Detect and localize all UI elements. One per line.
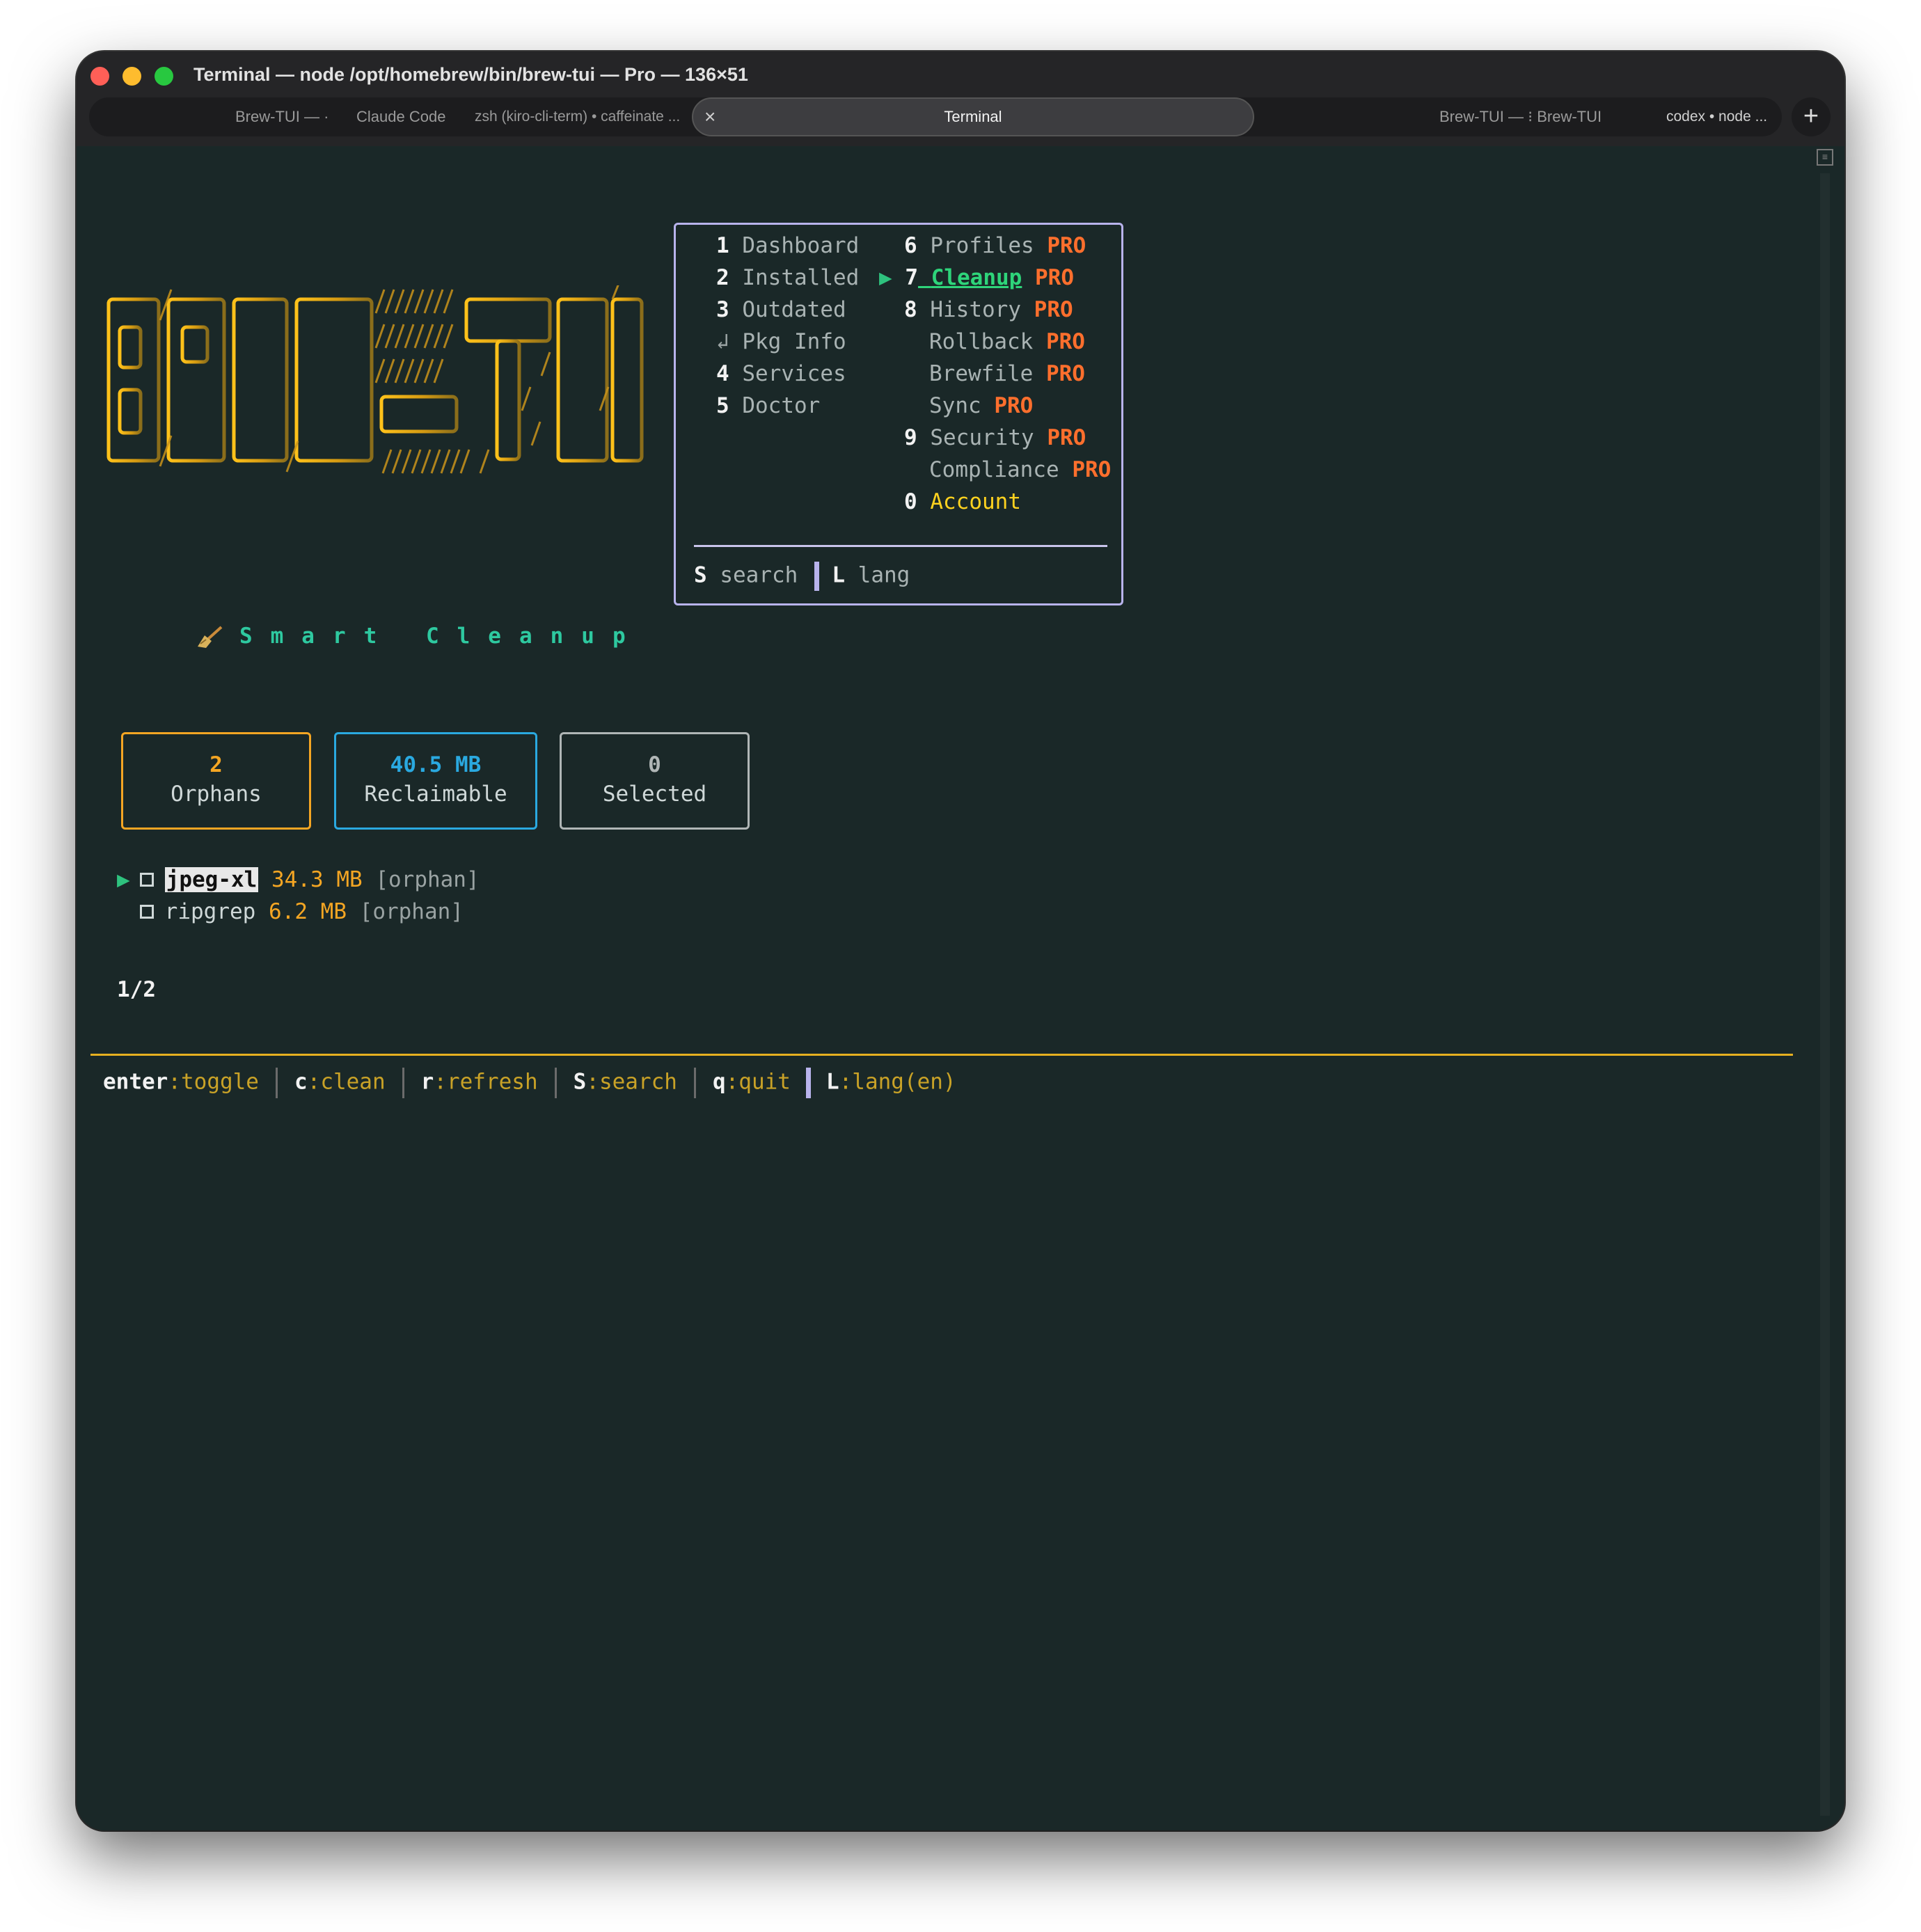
hint-refresh[interactable]: r:refresh xyxy=(421,1070,538,1095)
menu-item-security[interactable]: 9 Security PRO xyxy=(904,425,1086,450)
tab-zsh[interactable]: zsh (kiro-cli-term) • caffeinate ... xyxy=(475,97,680,136)
package-name: ripgrep xyxy=(164,899,256,924)
tab-codex[interactable]: codex • node ... xyxy=(1666,97,1767,136)
checkbox[interactable] xyxy=(139,904,154,919)
window-title: Terminal — node /opt/homebrew/bin/brew-t… xyxy=(193,64,748,85)
cursor-arrow-icon: ▶ xyxy=(117,867,130,892)
package-tag: [orphan] xyxy=(375,867,480,892)
pager: 1/2 xyxy=(117,977,156,1002)
close-window-button[interactable] xyxy=(90,67,109,86)
package-name: jpeg-xl xyxy=(164,867,259,892)
terminal-content: 1 Dashboard 2 Installed 3 Outdated ↲ Pkg… xyxy=(77,146,1844,1830)
reclaimable-size: 40.5 MB xyxy=(390,752,482,777)
stat-card-orphans: 2 Orphans xyxy=(121,732,311,830)
menu-item-dashboard[interactable]: 1 Dashboard xyxy=(716,233,859,258)
selected-count: 0 xyxy=(648,752,661,777)
brew-tui-logo xyxy=(106,285,644,474)
footer-divider xyxy=(90,1054,1793,1056)
package-size: 6.2 MB xyxy=(269,899,347,924)
navigation-menu: 1 Dashboard 2 Installed 3 Outdated ↲ Pkg… xyxy=(674,223,1123,605)
menu-item-cleanup[interactable]: ▶ 7 Cleanup PRO xyxy=(879,265,1074,290)
menu-item-sync[interactable]: Sync PRO xyxy=(929,393,1033,418)
hint-clean[interactable]: c:clean xyxy=(294,1070,386,1095)
menu-item-outdated[interactable]: 3 Outdated xyxy=(716,297,846,322)
active-arrow-icon: ▶ xyxy=(879,265,892,290)
menu-item-profiles[interactable]: 6 Profiles PRO xyxy=(904,233,1086,258)
stat-card-selected: 0 Selected xyxy=(560,732,750,830)
reclaimable-label: Reclaimable xyxy=(364,782,507,807)
keybinding-bar: enter:toggle c:clean r:refresh S:search q:qu… xyxy=(103,1068,956,1098)
selected-label: Selected xyxy=(602,782,707,807)
traffic-lights xyxy=(90,67,173,86)
tab-brew-tui-2[interactable]: Brew-TUI — ⁝ Brew-TUI xyxy=(1439,97,1602,136)
menu-item-account[interactable]: 0 Account xyxy=(904,489,1021,514)
list-item[interactable]: ▶ripgrep 6.2 MB [orphan] xyxy=(117,899,464,924)
tab-terminal-label: Terminal xyxy=(944,108,1002,125)
menu-item-rollback[interactable]: Rollback PRO xyxy=(929,329,1085,354)
broom-icon xyxy=(197,626,223,648)
tab-bar: Brew-TUI — · Claude Code zsh (kiro-cli-t… xyxy=(89,97,1782,136)
menu-item-compliance[interactable]: Compliance PRO xyxy=(929,457,1111,482)
hint-lang[interactable]: L:lang(en) xyxy=(826,1070,956,1095)
orphans-count: 2 xyxy=(210,752,223,777)
menu-item-doctor[interactable]: 5 Doctor xyxy=(716,393,820,418)
menu-item-history[interactable]: 8 History PRO xyxy=(904,297,1073,322)
hint-quit[interactable]: q:quit xyxy=(713,1070,791,1095)
hint-search[interactable]: S:search xyxy=(574,1070,677,1095)
tab-brew-tui-1[interactable]: Brew-TUI — · xyxy=(235,97,329,136)
menu-item-pkg-info[interactable]: ↲ Pkg Info xyxy=(716,329,846,354)
hint-toggle[interactable]: enter:toggle xyxy=(103,1070,259,1095)
menu-search-hint[interactable]: search xyxy=(720,563,798,588)
package-tag: [orphan] xyxy=(359,899,464,924)
menu-lang-hint[interactable]: lang xyxy=(858,563,910,588)
menu-item-brewfile[interactable]: Brewfile PRO xyxy=(929,361,1085,386)
tab-claude-code[interactable]: Claude Code xyxy=(356,97,445,136)
title-bar: Terminal — node /opt/homebrew/bin/brew-t… xyxy=(77,52,1844,146)
package-size: 34.3 MB xyxy=(271,867,363,892)
zoom-window-button[interactable] xyxy=(155,67,173,86)
checkbox[interactable] xyxy=(139,872,154,887)
minimize-window-button[interactable] xyxy=(122,67,141,86)
menu-item-services[interactable]: 4 Services xyxy=(716,361,846,386)
section-title: Smart Cleanup xyxy=(117,599,644,674)
tab-terminal-active[interactable]: × Terminal xyxy=(692,97,1254,136)
new-tab-button[interactable]: + xyxy=(1792,97,1831,136)
menu-item-installed[interactable]: 2 Installed xyxy=(716,265,859,290)
close-tab-icon[interactable]: × xyxy=(704,99,716,135)
list-item[interactable]: ▶ jpeg-xl 34.3 MB [orphan] xyxy=(117,867,480,892)
stat-card-reclaimable: 40.5 MB Reclaimable xyxy=(334,732,537,830)
menu-divider xyxy=(694,545,1107,547)
orphans-label: Orphans xyxy=(171,782,262,807)
terminal-window: Terminal — node /opt/homebrew/bin/brew-t… xyxy=(77,52,1844,1830)
menu-footer: S search L lang xyxy=(694,562,910,591)
